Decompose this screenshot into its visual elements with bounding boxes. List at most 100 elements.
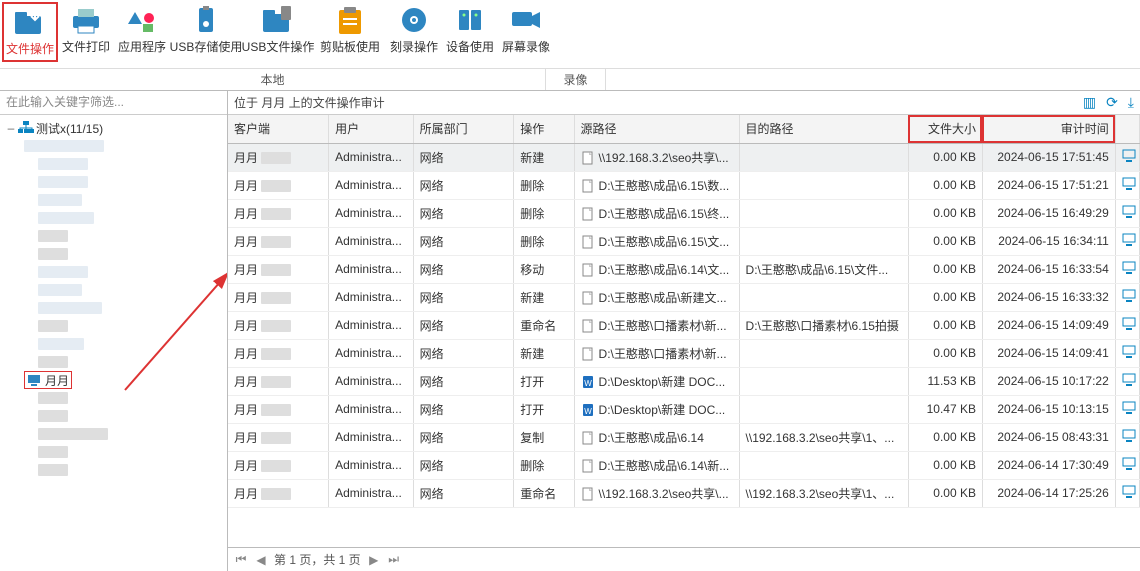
breadcrumb: 位于 月月 上的文件操作审计 <box>234 94 385 111</box>
tree-item[interactable] <box>24 443 227 461</box>
pager-first[interactable]: ⏮ <box>234 552 248 567</box>
ribbon-usb-storage[interactable]: USB存储使用 <box>170 2 242 62</box>
table-row[interactable]: 月月 Administra...网络复制D:\王憨憨\成品\6.14\\192.… <box>228 423 1140 451</box>
ribbon-usb-file[interactable]: USB文件操作 <box>242 2 314 62</box>
cell-dept: 网络 <box>413 227 514 255</box>
pager-text: 第 1 页，共 1 页 <box>274 551 361 568</box>
col-size[interactable]: 文件大小 <box>908 115 982 143</box>
cell-end[interactable] <box>1115 255 1139 283</box>
table-row[interactable]: 月月 Administra...网络新建D:\王憨憨\口播素材\新...0.00… <box>228 339 1140 367</box>
col-op[interactable]: 操作 <box>514 115 574 143</box>
collapse-icon[interactable]: – <box>6 121 16 135</box>
cell-src: D:\王憨憨\成品\6.14\新... <box>574 451 739 479</box>
tree-item[interactable] <box>24 407 227 425</box>
tree-node-blur <box>38 356 68 368</box>
ribbon-device[interactable]: 设备使用 <box>442 2 498 62</box>
table-row[interactable]: 月月 Administra...网络重命名\\192.168.3.2\seo共享… <box>228 479 1140 507</box>
cell-end[interactable] <box>1115 367 1139 395</box>
cell-src: D:\王憨憨\成品\新建文... <box>574 283 739 311</box>
columns-icon[interactable]: ▥ <box>1083 94 1096 111</box>
cell-client: 月月 <box>228 367 329 395</box>
table-row[interactable]: 月月 Administra...网络新建D:\王憨憨\成品\新建文...0.00… <box>228 283 1140 311</box>
tree-item[interactable] <box>24 245 227 263</box>
sidebar: 在此输入关键字筛选... – 测试x(11/15) 月月 <box>0 91 228 571</box>
tree-node-highlight[interactable]: 月月 <box>24 371 72 389</box>
export-icon[interactable]: ⤓ <box>1128 94 1134 111</box>
tree-item[interactable] <box>24 263 227 281</box>
cell-end[interactable] <box>1115 423 1139 451</box>
col-time[interactable]: 审计时间 <box>982 115 1115 143</box>
tree-item[interactable] <box>24 155 227 173</box>
cell-end[interactable] <box>1115 143 1139 171</box>
col-dept[interactable]: 所属部门 <box>413 115 514 143</box>
refresh-icon[interactable]: ⟳ <box>1106 94 1118 111</box>
table-row[interactable]: 月月 Administra...网络删除D:\王憨憨\成品\6.14\新...0… <box>228 451 1140 479</box>
cell-end[interactable] <box>1115 451 1139 479</box>
table-row[interactable]: 月月 Administra...网络打开WD:\Desktop\新建 DOC..… <box>228 367 1140 395</box>
tree-item[interactable] <box>24 209 227 227</box>
cell-user: Administra... <box>329 395 414 423</box>
org-icon <box>18 121 34 135</box>
tree-item[interactable] <box>24 227 227 245</box>
pager-prev[interactable]: ◀ <box>254 553 268 567</box>
tree-item[interactable] <box>24 281 227 299</box>
pager-next[interactable]: ▶ <box>367 553 381 567</box>
burn-icon <box>396 4 432 36</box>
cell-dst: \\192.168.3.2\seo共享\1、... <box>739 479 908 507</box>
tree-item[interactable] <box>24 425 227 443</box>
cell-dept: 网络 <box>413 395 514 423</box>
ribbon-clipboard[interactable]: 剪贴板使用 <box>314 2 386 62</box>
ribbon-screen-rec[interactable]: 屏幕录像 <box>498 2 554 62</box>
ribbon-file-ops[interactable]: 文件操作 <box>2 2 58 62</box>
cell-size: 0.00 KB <box>908 199 982 227</box>
cell-end[interactable] <box>1115 227 1139 255</box>
tree-item[interactable] <box>24 137 227 155</box>
filter-input[interactable]: 在此输入关键字筛选... <box>0 91 227 115</box>
tree-item[interactable] <box>24 389 227 407</box>
tree-item[interactable] <box>24 317 227 335</box>
tree-item[interactable] <box>24 461 227 479</box>
ribbon-label: 应用程序 <box>118 38 166 55</box>
tree-item[interactable] <box>24 299 227 317</box>
tree-item[interactable] <box>24 173 227 191</box>
cell-user: Administra... <box>329 227 414 255</box>
cell-end[interactable] <box>1115 171 1139 199</box>
cell-end[interactable] <box>1115 479 1139 507</box>
tree-item[interactable] <box>24 335 227 353</box>
col-dst[interactable]: 目的路径 <box>739 115 908 143</box>
ribbon-apps[interactable]: 应用程序 <box>114 2 170 62</box>
table-row[interactable]: 月月 Administra...网络打开WD:\Desktop\新建 DOC..… <box>228 395 1140 423</box>
col-src[interactable]: 源路径 <box>574 115 739 143</box>
cell-op: 重命名 <box>514 479 574 507</box>
content-top: 位于 月月 上的文件操作审计 ▥ ⟳ ⤓ <box>228 91 1140 115</box>
cell-end[interactable] <box>1115 199 1139 227</box>
col-user[interactable]: 用户 <box>329 115 414 143</box>
tree-item[interactable]: 月月 <box>24 371 227 389</box>
cell-end[interactable] <box>1115 283 1139 311</box>
pager-last[interactable]: ⏭ <box>387 552 401 567</box>
table-row[interactable]: 月月 Administra...网络新建\\192.168.3.2\seo共享\… <box>228 143 1140 171</box>
ribbon-section-record: 录像 <box>546 69 606 90</box>
tree: – 测试x(11/15) 月月 <box>0 115 227 571</box>
cell-src: WD:\Desktop\新建 DOC... <box>574 367 739 395</box>
table-row[interactable]: 月月 Administra...网络删除D:\王憨憨\成品\6.15\终...0… <box>228 199 1140 227</box>
ribbon-burn[interactable]: 刻录操作 <box>386 2 442 62</box>
tree-root-item[interactable]: – 测试x(11/15) <box>6 119 227 137</box>
cell-dept: 网络 <box>413 339 514 367</box>
ribbon-file-print[interactable]: 文件打印 <box>58 2 114 62</box>
cell-end[interactable] <box>1115 311 1139 339</box>
col-client[interactable]: 客户端 <box>228 115 329 143</box>
table-row[interactable]: 月月 Administra...网络移动D:\王憨憨\成品\6.14\文...D… <box>228 255 1140 283</box>
table-row[interactable]: 月月 Administra...网络删除D:\王憨憨\成品\6.15\文...0… <box>228 227 1140 255</box>
file-icon: W <box>581 403 595 417</box>
cell-size: 0.00 KB <box>908 227 982 255</box>
table-row[interactable]: 月月 Administra...网络删除D:\王憨憨\成品\6.15\数...0… <box>228 171 1140 199</box>
cell-end[interactable] <box>1115 339 1139 367</box>
tree-node-blur <box>38 428 108 440</box>
cell-client: 月月 <box>228 255 329 283</box>
tree-item[interactable] <box>24 353 227 371</box>
table-row[interactable]: 月月 Administra...网络重命名D:\王憨憨\口播素材\新...D:\… <box>228 311 1140 339</box>
tree-item[interactable] <box>24 191 227 209</box>
cell-src: \\192.168.3.2\seo共享\... <box>574 143 739 171</box>
cell-end[interactable] <box>1115 395 1139 423</box>
